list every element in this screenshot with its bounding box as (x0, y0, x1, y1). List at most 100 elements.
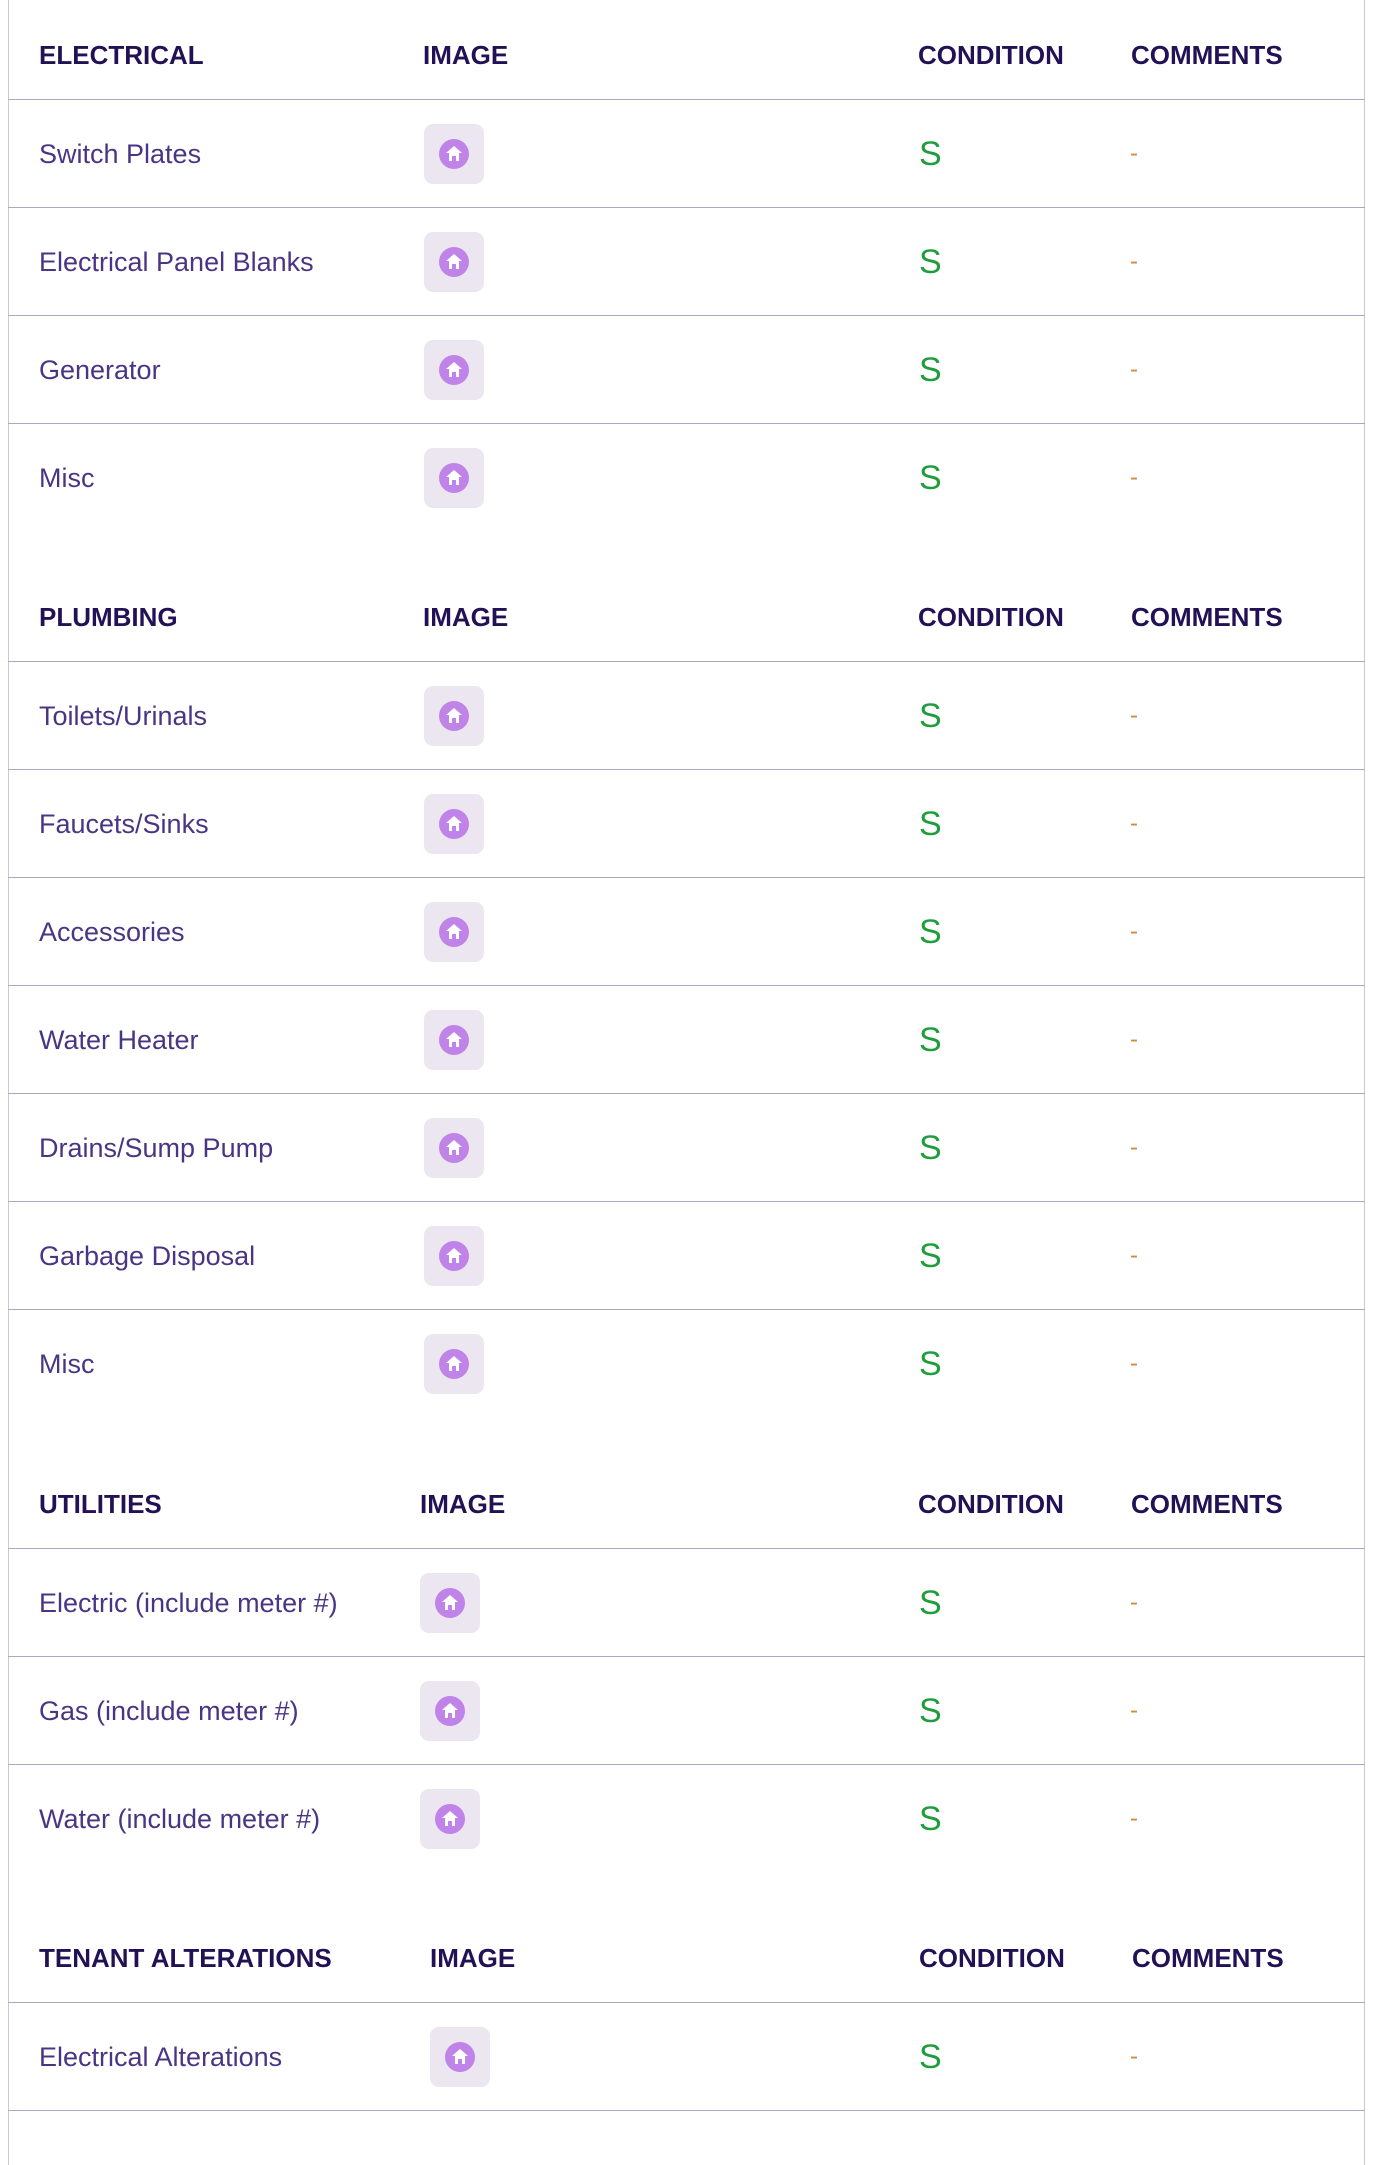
home-icon (439, 809, 469, 839)
home-icon (439, 1241, 469, 1271)
item-name: Faucets/Sinks (39, 809, 209, 839)
condition-value: S (919, 243, 942, 281)
home-icon (445, 2042, 475, 2072)
photo-thumbnail[interactable] (424, 902, 484, 962)
item-name: Water Heater (39, 1025, 199, 1055)
condition-value: S (919, 2038, 942, 2076)
home-icon (435, 1696, 465, 1726)
item-name: Electrical Panel Blanks (39, 247, 314, 277)
inspection-row: Switch Plates S - (8, 100, 1365, 208)
item-name: Misc (39, 463, 95, 493)
photo-thumbnail[interactable] (424, 1334, 484, 1394)
item-name: Electrical Alterations (39, 2042, 283, 2072)
comment-value: - (1130, 1350, 1138, 1377)
home-icon (439, 1133, 469, 1163)
comment-value: - (1130, 1805, 1138, 1832)
item-name: Misc (39, 1349, 95, 1379)
inspection-row: Misc S - (8, 1310, 1365, 1418)
home-icon (435, 1588, 465, 1618)
comment-value: - (1130, 248, 1138, 275)
condition-column-heading: CONDITION (918, 1489, 1064, 1519)
photo-thumbnail[interactable] (424, 686, 484, 746)
item-name: Gas (include meter #) (39, 1696, 299, 1726)
comment-value: - (1130, 1697, 1138, 1724)
item-name: Garbage Disposal (39, 1241, 256, 1271)
comment-value: - (1130, 356, 1138, 383)
section-header: UTILITIES IMAGE CONDITION COMMENTS (8, 1449, 1365, 1549)
section-electrical: ELECTRICAL IMAGE CONDITION COMMENTS Swit… (8, 0, 1365, 532)
condition-column-heading: CONDITION (919, 1943, 1065, 1973)
condition-value: S (919, 351, 942, 389)
comments-column-heading: COMMENTS (1132, 1943, 1284, 1973)
image-column-heading: IMAGE (430, 1943, 516, 1973)
home-icon (439, 247, 469, 277)
condition-value: S (919, 1692, 942, 1730)
inspection-row: Electric (include meter #) S - (8, 1549, 1365, 1657)
condition-value: S (919, 805, 942, 843)
home-icon (439, 1349, 469, 1379)
photo-thumbnail[interactable] (424, 1010, 484, 1070)
image-column-heading: IMAGE (420, 1489, 506, 1519)
condition-value: S (919, 697, 942, 735)
photo-thumbnail[interactable] (420, 1789, 480, 1849)
comment-value: - (1130, 464, 1138, 491)
comments-column-heading: COMMENTS (1131, 602, 1283, 632)
inspection-row: Toilets/Urinals S - (8, 662, 1365, 770)
category-heading: ELECTRICAL (39, 40, 204, 70)
home-icon (435, 1804, 465, 1834)
condition-value: S (919, 1345, 942, 1383)
photo-thumbnail[interactable] (424, 1118, 484, 1178)
category-heading: UTILITIES (39, 1489, 162, 1519)
photo-thumbnail[interactable] (424, 124, 484, 184)
home-icon (439, 355, 469, 385)
photo-thumbnail[interactable] (424, 232, 484, 292)
condition-column-heading: CONDITION (918, 602, 1064, 632)
condition-value: S (919, 135, 942, 173)
section-tenant-alterations: TENANT ALTERATIONS IMAGE CONDITION COMME… (8, 1903, 1365, 2111)
section-header: ELECTRICAL IMAGE CONDITION COMMENTS (8, 0, 1365, 100)
item-name: Accessories (39, 917, 185, 947)
inspection-row: Faucets/Sinks S - (8, 770, 1365, 878)
section-header: PLUMBING IMAGE CONDITION COMMENTS (8, 562, 1365, 662)
condition-column-heading: CONDITION (918, 40, 1064, 70)
photo-thumbnail[interactable] (420, 1573, 480, 1633)
section-plumbing: PLUMBING IMAGE CONDITION COMMENTS Toilet… (8, 562, 1365, 1418)
photo-thumbnail[interactable] (424, 794, 484, 854)
comment-value: - (1130, 1589, 1138, 1616)
inspection-row: Accessories S - (8, 878, 1365, 986)
condition-value: S (919, 1237, 942, 1275)
condition-value: S (919, 1129, 942, 1167)
section-header: TENANT ALTERATIONS IMAGE CONDITION COMME… (8, 1903, 1365, 2003)
category-heading: TENANT ALTERATIONS (39, 1943, 332, 1973)
home-icon (439, 139, 469, 169)
item-name: Switch Plates (39, 139, 202, 169)
item-name: Generator (39, 355, 161, 385)
inspection-row: Drains/Sump Pump S - (8, 1094, 1365, 1202)
comments-column-heading: COMMENTS (1131, 40, 1283, 70)
comment-value: - (1130, 702, 1138, 729)
inspection-row: Gas (include meter #) S - (8, 1657, 1365, 1765)
photo-thumbnail[interactable] (430, 2027, 490, 2087)
photo-thumbnail[interactable] (424, 448, 484, 508)
home-icon (439, 917, 469, 947)
comment-value: - (1130, 1242, 1138, 1269)
inspection-row: Electrical Alterations S - (8, 2003, 1365, 2111)
photo-thumbnail[interactable] (424, 340, 484, 400)
photo-thumbnail[interactable] (420, 1681, 480, 1741)
item-name: Drains/Sump Pump (39, 1133, 274, 1163)
comment-value: - (1130, 1026, 1138, 1053)
image-column-heading: IMAGE (423, 602, 509, 632)
inspection-row: Water (include meter #) S - (8, 1765, 1365, 1873)
item-name: Toilets/Urinals (39, 701, 208, 731)
condition-value: S (919, 1584, 942, 1622)
comments-column-heading: COMMENTS (1131, 1489, 1283, 1519)
category-heading: PLUMBING (39, 602, 178, 632)
section-utilities: UTILITIES IMAGE CONDITION COMMENTS Elect… (8, 1449, 1365, 1873)
home-icon (439, 701, 469, 731)
condition-value: S (919, 913, 942, 951)
condition-value: S (919, 1800, 942, 1838)
inspection-row: Electrical Panel Blanks S - (8, 208, 1365, 316)
condition-value: S (919, 459, 942, 497)
photo-thumbnail[interactable] (424, 1226, 484, 1286)
comment-value: - (1130, 2043, 1138, 2070)
